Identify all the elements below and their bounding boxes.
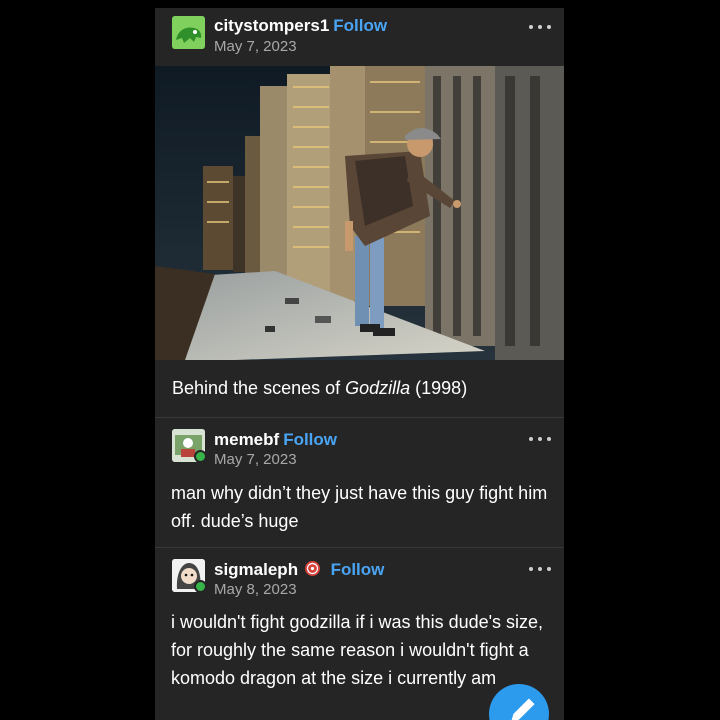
- online-status-dot: [194, 450, 207, 463]
- avatar[interactable]: [172, 16, 205, 49]
- more-options-icon[interactable]: [529, 22, 551, 32]
- more-options-icon[interactable]: [529, 434, 551, 444]
- comment-author-name[interactable]: memebf: [214, 430, 279, 449]
- comment-text: man why didn’t they just have this guy f…: [171, 483, 548, 531]
- post-author[interactable]: citystompers1 Follow: [214, 16, 387, 36]
- comment-text: i wouldn't fight godzilla if i was this …: [171, 612, 544, 688]
- comment-date: May 7, 2023: [214, 451, 297, 468]
- caption-suffix: (1998): [410, 378, 468, 398]
- caption-title: Godzilla: [345, 378, 411, 398]
- follow-button[interactable]: Follow: [333, 16, 387, 35]
- post-header: citystompers1 Follow May 7, 2023: [155, 8, 564, 66]
- divider: [155, 417, 564, 418]
- comment-date: May 8, 2023: [214, 581, 297, 598]
- pencil-icon: [511, 698, 535, 720]
- comment-author[interactable]: sigmaleph Follow: [214, 560, 384, 580]
- badge-icon: [304, 561, 320, 576]
- online-status-dot: [194, 580, 207, 593]
- post-card: citystompers1 Follow May 7, 2023 Behind …: [155, 8, 564, 720]
- divider: [155, 547, 564, 548]
- comment-author-name[interactable]: sigmaleph: [214, 560, 298, 579]
- post-date: May 7, 2023: [214, 38, 297, 55]
- follow-button[interactable]: Follow: [283, 430, 337, 449]
- post-photo[interactable]: [155, 66, 564, 360]
- compose-button[interactable]: [489, 684, 549, 720]
- caption-prefix: Behind the scenes of: [172, 378, 346, 398]
- comment-author[interactable]: memebf Follow: [214, 430, 337, 450]
- follow-button[interactable]: Follow: [331, 560, 385, 579]
- more-options-icon[interactable]: [529, 564, 551, 574]
- post-caption: Behind the scenes of Godzilla (1998): [172, 378, 467, 399]
- post-author-name[interactable]: citystompers1: [214, 16, 329, 35]
